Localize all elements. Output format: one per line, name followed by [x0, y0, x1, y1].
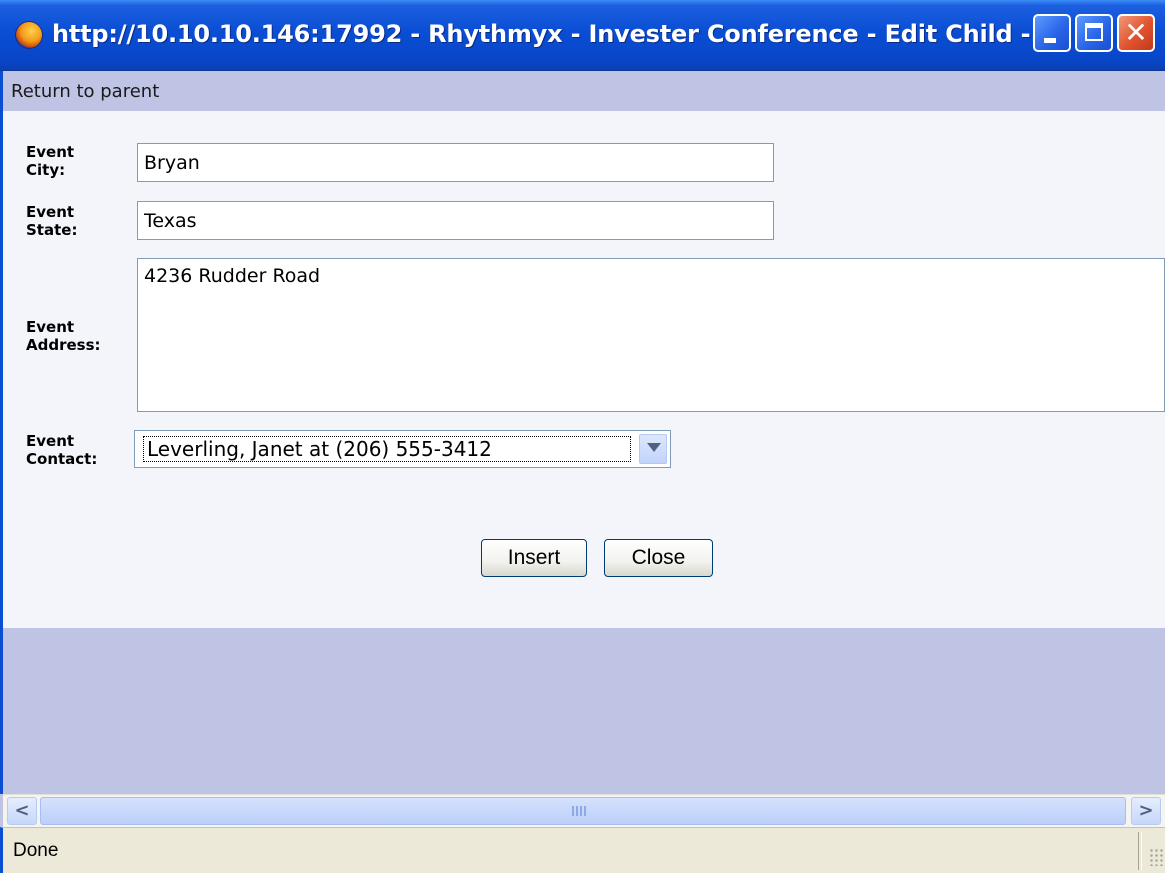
close-button[interactable]: Close: [604, 539, 713, 577]
firefox-icon: [16, 22, 42, 48]
event-address-label: Event Address:: [26, 318, 101, 354]
horizontal-scrollbar[interactable]: < >: [3, 794, 1165, 827]
event-contact-selected-value: Leverling, Janet at (206) 555-3412: [143, 436, 631, 462]
grip-icon: [572, 806, 586, 816]
event-state-input[interactable]: [137, 201, 774, 240]
window-title: http://10.10.10.146:17992 - Rhythmyx - I…: [52, 20, 1058, 48]
event-contact-select[interactable]: Leverling, Janet at (206) 555-3412: [134, 430, 671, 468]
title-bar[interactable]: http://10.10.10.146:17992 - Rhythmyx - I…: [0, 0, 1165, 71]
status-text: Done: [13, 840, 59, 861]
chevron-down-icon: [647, 443, 661, 452]
scroll-thumb[interactable]: [40, 797, 1126, 825]
resize-grip-icon[interactable]: [1149, 848, 1165, 866]
event-state-label: Event State:: [26, 203, 78, 239]
event-city-input[interactable]: [137, 143, 774, 182]
event-contact-label: Event Contact:: [26, 432, 98, 468]
content-background: [0, 628, 1165, 794]
maximize-button[interactable]: [1075, 14, 1113, 52]
dropdown-arrow-button[interactable]: [639, 434, 667, 464]
scroll-right-button[interactable]: >: [1131, 797, 1161, 825]
close-icon: ✕: [1124, 16, 1148, 49]
nav-bar: Return to parent: [0, 71, 1165, 111]
insert-button[interactable]: Insert: [481, 539, 587, 577]
event-address-textarea[interactable]: 4236 Rudder Road: [137, 258, 1165, 412]
event-city-label: Event City:: [26, 143, 75, 179]
minimize-button[interactable]: [1033, 14, 1071, 52]
return-to-parent-link[interactable]: Return to parent: [11, 81, 159, 102]
maximize-icon: [1085, 23, 1103, 41]
status-bar: Done: [0, 827, 1165, 873]
scroll-left-button[interactable]: <: [7, 797, 37, 825]
minimize-icon: [1044, 38, 1056, 43]
window-close-button[interactable]: ✕: [1117, 14, 1155, 52]
status-divider: [1138, 832, 1142, 870]
